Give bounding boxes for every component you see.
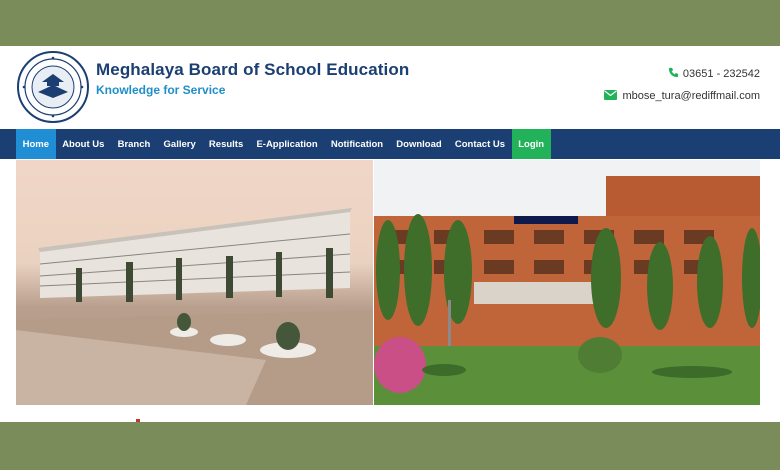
current-building-photo	[374, 160, 760, 405]
nav-login-button[interactable]: Login	[511, 129, 551, 159]
contact-email[interactable]: mbose_tura@rediffmail.com	[604, 90, 760, 102]
phone-icon	[668, 67, 679, 80]
top-frame-band	[0, 0, 780, 46]
building-signboard	[514, 216, 578, 224]
board-seal-logo[interactable]	[16, 50, 90, 124]
site-tagline: Knowledge for Service	[96, 83, 226, 97]
main-nav: Home About Us Branch Gallery Results E-A…	[0, 129, 780, 159]
website-card: Meghalaya Board of School Education Know…	[0, 46, 780, 423]
phone-number: 03651 - 232542	[682, 67, 760, 80]
site-title[interactable]: Meghalaya Board of School Education	[96, 60, 409, 80]
nav-e-application[interactable]: E-Application	[250, 129, 324, 159]
envelope-icon	[604, 90, 618, 102]
bottom-frame-band	[0, 422, 780, 470]
nav-results[interactable]: Results	[202, 129, 250, 159]
nav-contact-us[interactable]: Contact Us	[448, 129, 511, 159]
email-address: mbose_tura@rediffmail.com	[622, 90, 760, 102]
nav-about-us[interactable]: About Us	[56, 129, 111, 159]
site-header: Meghalaya Board of School Education Know…	[0, 46, 780, 129]
historic-building-photo	[16, 160, 373, 405]
contact-phone[interactable]: 03651 - 232542	[668, 67, 760, 80]
nav-home[interactable]: Home	[16, 129, 56, 159]
nav-notification[interactable]: Notification	[324, 129, 389, 159]
nav-gallery[interactable]: Gallery	[157, 129, 202, 159]
nav-branch[interactable]: Branch	[111, 129, 157, 159]
nav-download[interactable]: Download	[390, 129, 449, 159]
